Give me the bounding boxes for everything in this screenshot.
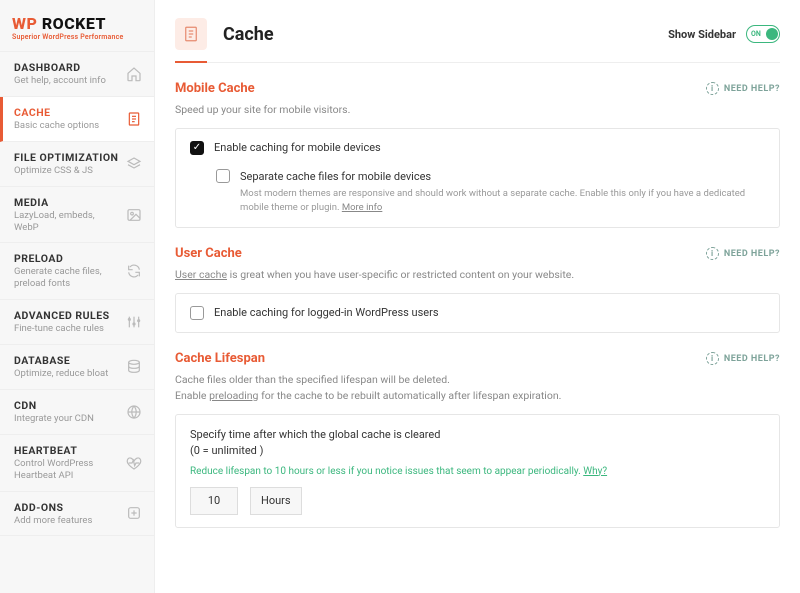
sidebar-item-preload[interactable]: PRELOADGenerate cache files, preload fon… [0,243,154,300]
section-desc: Speed up your site for mobile visitors. [175,102,780,118]
nav-title: PRELOAD [14,252,120,265]
show-sidebar-label: Show Sidebar [668,28,736,41]
lifespan-panel: Specify time after which the global cach… [175,414,780,528]
need-help-button[interactable]: i NEED HELP? [706,352,780,365]
section-user-cache: User Cache i NEED HELP? User cache is gre… [175,246,780,333]
nav-sub: LazyLoad, embeds, WebP [14,210,120,234]
checkbox-enable-mobile-cache[interactable]: ✓ [190,141,204,155]
sidebar-item-dashboard[interactable]: DASHBOARDGet help, account info [0,52,154,97]
checkbox-label: Enable caching for logged-in WordPress u… [214,306,439,319]
page-title: Cache [223,24,274,45]
toggle-knob [766,28,778,40]
checkbox-separate-mobile-cache[interactable] [216,169,230,183]
logo: WP ROCKET Superior WordPress Performance [0,0,154,52]
nav-sub: Get help, account info [14,75,106,87]
show-sidebar-toggle[interactable]: ON [746,25,780,43]
layers-icon [126,156,142,172]
nav-sub: Generate cache files, preload fonts [14,266,120,290]
need-help-button[interactable]: i NEED HELP? [706,82,780,95]
nav-title: CACHE [14,106,99,119]
nav-sub: Integrate your CDN [14,413,94,425]
page-icon [175,18,207,50]
globe-icon [126,404,142,420]
why-link[interactable]: Why? [583,466,607,477]
lifespan-value-input[interactable] [190,487,238,515]
need-help-label: NEED HELP? [724,354,780,364]
mobile-cache-panel: ✓ Enable caching for mobile devices Sepa… [175,128,780,229]
nav-title: ADD-ONS [14,501,92,514]
section-cache-lifespan: Cache Lifespan i NEED HELP? Cache files o… [175,351,780,528]
need-help-label: NEED HELP? [724,84,780,94]
user-cache-panel: Enable caching for logged-in WordPress u… [175,293,780,333]
checkbox-label: Enable caching for mobile devices [214,141,381,154]
sidebar-item-file-optimization[interactable]: FILE OPTIMIZATIONOptimize CSS & JS [0,142,154,187]
lifespan-label: Specify time after which the global cach… [190,427,765,460]
more-info-link[interactable]: More info [342,202,383,213]
sidebar-item-media[interactable]: MEDIALazyLoad, embeds, WebP [0,187,154,244]
sidebar-item-heartbeat[interactable]: HEARTBEATControl WordPress Heartbeat API [0,435,154,492]
help-icon: i [706,247,719,260]
section-title: User Cache [175,246,242,261]
nav-title: FILE OPTIMIZATION [14,151,118,164]
toggle-on-text: ON [748,30,761,38]
preloading-link[interactable]: preloading [209,389,258,402]
nav-sub: Fine-tune cache rules [14,323,110,335]
section-title: Mobile Cache [175,81,255,96]
need-help-label: NEED HELP? [724,249,780,259]
nav-title: DASHBOARD [14,61,106,74]
lifespan-tip: Reduce lifespan to 10 hours or less if y… [190,466,765,477]
section-title: Cache Lifespan [175,351,265,366]
logo-tagline: Superior WordPress Performance [12,33,123,41]
nav-title: CDN [14,399,94,412]
nav-sub: Optimize, reduce bloat [14,368,108,380]
nav-sub: Basic cache options [14,120,99,132]
sidebar-item-database[interactable]: DATABASEOptimize, reduce bloat [0,345,154,390]
help-icon: i [706,82,719,95]
image-icon [126,207,142,223]
nav-sub: Control WordPress Heartbeat API [14,458,120,482]
refresh-icon [126,263,142,279]
lifespan-unit-select[interactable]: Hours [250,487,302,515]
checkbox-enable-user-cache[interactable] [190,306,204,320]
home-icon [126,66,142,82]
sidebar-item-cache[interactable]: CACHEBasic cache options [0,97,154,142]
page-header: Cache Show Sidebar ON [175,0,780,63]
need-help-button[interactable]: i NEED HELP? [706,247,780,260]
sidebar-item-addons[interactable]: ADD-ONSAdd more features [0,492,154,537]
checkbox-desc: Most modern themes are responsive and sh… [240,187,765,216]
section-mobile-cache: Mobile Cache i NEED HELP? Speed up your s… [175,81,780,228]
section-desc: User cache is great when you have user-s… [175,267,780,283]
logo-rocket: ROCKET [42,14,106,33]
database-icon [126,359,142,375]
main-content: Cache Show Sidebar ON Mobile Cache i NEED… [155,0,800,593]
user-cache-link[interactable]: User cache [175,268,227,281]
nav-title: DATABASE [14,354,108,367]
sidebar-item-advanced-rules[interactable]: ADVANCED RULESFine-tune cache rules [0,300,154,345]
checkbox-label: Separate cache files for mobile devices [240,170,431,183]
doc-icon [126,111,142,127]
nav-title: MEDIA [14,196,120,209]
section-desc: Cache files older than the specified lif… [175,372,780,404]
nav-title: ADVANCED RULES [14,309,110,322]
nav-sub: Add more features [14,515,92,527]
nav-title: HEARTBEAT [14,444,120,457]
nav-sub: Optimize CSS & JS [14,165,118,177]
sidebar: WP ROCKET Superior WordPress Performance… [0,0,155,593]
help-icon: i [706,352,719,365]
sliders-icon [126,314,142,330]
logo-wp: WP [12,14,37,33]
plus-icon [126,505,142,521]
sidebar-nav: DASHBOARDGet help, account info CACHEBas… [0,52,154,536]
sidebar-item-cdn[interactable]: CDNIntegrate your CDN [0,390,154,435]
heart-icon [126,455,142,471]
